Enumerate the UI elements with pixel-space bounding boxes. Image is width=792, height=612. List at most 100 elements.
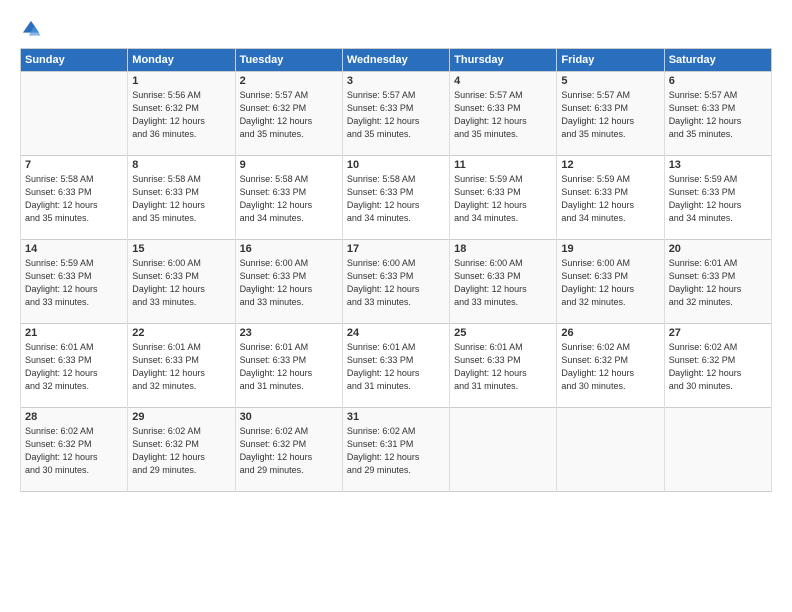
header — [20, 18, 772, 40]
day-number: 24 — [347, 327, 445, 339]
day-info: Sunrise: 6:01 AM Sunset: 6:33 PM Dayligh… — [240, 341, 338, 393]
week-row: 28 Sunrise: 6:02 AM Sunset: 6:32 PM Dayli… — [21, 408, 772, 492]
day-cell: 23 Sunrise: 6:01 AM Sunset: 6:33 PM Dayli… — [235, 324, 342, 408]
day-number: 22 — [132, 327, 230, 339]
day-info: Sunrise: 6:01 AM Sunset: 6:33 PM Dayligh… — [669, 257, 767, 309]
day-cell: 12Sunrise: 5:59 AM Sunset: 6:33 PM Dayli… — [557, 156, 664, 240]
day-cell: 24 Sunrise: 6:01 AM Sunset: 6:33 PM Dayli… — [342, 324, 449, 408]
day-info: Sunrise: 5:59 AM Sunset: 6:33 PM Dayligh… — [25, 257, 123, 309]
day-cell: 17 Sunrise: 6:00 AM Sunset: 6:33 PM Dayli… — [342, 240, 449, 324]
day-info: Sunrise: 6:00 AM Sunset: 6:33 PM Dayligh… — [132, 257, 230, 309]
day-cell: 3 Sunrise: 5:57 AM Sunset: 6:33 PM Daylig… — [342, 72, 449, 156]
day-info: Sunrise: 5:57 AM Sunset: 6:33 PM Dayligh… — [454, 89, 552, 141]
day-cell: 10 Sunrise: 5:58 AM Sunset: 6:33 PM Dayli… — [342, 156, 449, 240]
day-info: Sunrise: 5:58 AM Sunset: 6:33 PM Dayligh… — [347, 173, 445, 225]
day-cell: 28Sunrise: 6:02 AM Sunset: 6:32 PM Dayli… — [21, 408, 128, 492]
day-number: 27 — [669, 327, 767, 339]
day-info: Sunrise: 6:01 AM Sunset: 6:33 PM Dayligh… — [347, 341, 445, 393]
day-number: 19 — [561, 243, 659, 255]
day-cell — [21, 72, 128, 156]
header-cell: Sunday — [21, 49, 128, 72]
day-info: Sunrise: 5:57 AM Sunset: 6:33 PM Dayligh… — [669, 89, 767, 141]
day-info: Sunrise: 5:56 AM Sunset: 6:32 PM Dayligh… — [132, 89, 230, 141]
day-cell: 20Sunrise: 6:01 AM Sunset: 6:33 PM Dayli… — [664, 240, 771, 324]
week-row: 21 Sunrise: 6:01 AM Sunset: 6:33 PM Dayli… — [21, 324, 772, 408]
day-number: 21 — [25, 327, 123, 339]
day-number: 8 — [132, 159, 230, 171]
day-cell: 9 Sunrise: 5:58 AM Sunset: 6:33 PM Daylig… — [235, 156, 342, 240]
day-cell: 14 Sunrise: 5:59 AM Sunset: 6:33 PM Dayli… — [21, 240, 128, 324]
header-row: SundayMondayTuesdayWednesdayThursdayFrid… — [21, 49, 772, 72]
day-number: 11 — [454, 159, 552, 171]
logo-icon — [20, 18, 42, 40]
day-cell: 21 Sunrise: 6:01 AM Sunset: 6:33 PM Dayli… — [21, 324, 128, 408]
day-info: Sunrise: 6:01 AM Sunset: 6:33 PM Dayligh… — [25, 341, 123, 393]
page: SundayMondayTuesdayWednesdayThursdayFrid… — [0, 0, 792, 612]
day-info: Sunrise: 5:59 AM Sunset: 6:33 PM Dayligh… — [669, 173, 767, 225]
day-number: 12 — [561, 159, 659, 171]
day-info: Sunrise: 6:00 AM Sunset: 6:33 PM Dayligh… — [240, 257, 338, 309]
day-number: 23 — [240, 327, 338, 339]
day-cell: 25 Sunrise: 6:01 AM Sunset: 6:33 PM Dayli… — [450, 324, 557, 408]
day-info: Sunrise: 6:01 AM Sunset: 6:33 PM Dayligh… — [454, 341, 552, 393]
day-number: 25 — [454, 327, 552, 339]
day-info: Sunrise: 5:57 AM Sunset: 6:32 PM Dayligh… — [240, 89, 338, 141]
day-number: 17 — [347, 243, 445, 255]
day-info: Sunrise: 6:02 AM Sunset: 6:32 PM Dayligh… — [561, 341, 659, 393]
day-number: 9 — [240, 159, 338, 171]
day-number: 16 — [240, 243, 338, 255]
day-cell: 11 Sunrise: 5:59 AM Sunset: 6:33 PM Dayli… — [450, 156, 557, 240]
day-cell: 7 Sunrise: 5:58 AM Sunset: 6:33 PM Daylig… — [21, 156, 128, 240]
day-info: Sunrise: 5:58 AM Sunset: 6:33 PM Dayligh… — [25, 173, 123, 225]
day-cell: 26Sunrise: 6:02 AM Sunset: 6:32 PM Dayli… — [557, 324, 664, 408]
header-cell: Saturday — [664, 49, 771, 72]
day-number: 30 — [240, 411, 338, 423]
day-cell — [450, 408, 557, 492]
day-number: 13 — [669, 159, 767, 171]
day-number: 3 — [347, 75, 445, 87]
day-info: Sunrise: 5:58 AM Sunset: 6:33 PM Dayligh… — [132, 173, 230, 225]
day-cell: 5 Sunrise: 5:57 AM Sunset: 6:33 PM Daylig… — [557, 72, 664, 156]
day-info: Sunrise: 5:57 AM Sunset: 6:33 PM Dayligh… — [561, 89, 659, 141]
day-cell: 22 Sunrise: 6:01 AM Sunset: 6:33 PM Dayli… — [128, 324, 235, 408]
day-info: Sunrise: 6:00 AM Sunset: 6:33 PM Dayligh… — [347, 257, 445, 309]
header-cell: Thursday — [450, 49, 557, 72]
day-number: 7 — [25, 159, 123, 171]
week-row: 7 Sunrise: 5:58 AM Sunset: 6:33 PM Daylig… — [21, 156, 772, 240]
day-number: 5 — [561, 75, 659, 87]
day-number: 18 — [454, 243, 552, 255]
day-number: 29 — [132, 411, 230, 423]
day-number: 28 — [25, 411, 123, 423]
day-info: Sunrise: 5:59 AM Sunset: 6:33 PM Dayligh… — [454, 173, 552, 225]
day-number: 2 — [240, 75, 338, 87]
header-cell: Tuesday — [235, 49, 342, 72]
calendar-table: SundayMondayTuesdayWednesdayThursdayFrid… — [20, 48, 772, 492]
day-cell: 27Sunrise: 6:02 AM Sunset: 6:32 PM Dayli… — [664, 324, 771, 408]
day-cell — [664, 408, 771, 492]
day-number: 4 — [454, 75, 552, 87]
day-cell: 18 Sunrise: 6:00 AM Sunset: 6:33 PM Dayli… — [450, 240, 557, 324]
day-info: Sunrise: 6:02 AM Sunset: 6:32 PM Dayligh… — [132, 425, 230, 477]
day-number: 10 — [347, 159, 445, 171]
day-number: 14 — [25, 243, 123, 255]
day-cell: 6 Sunrise: 5:57 AM Sunset: 6:33 PM Daylig… — [664, 72, 771, 156]
day-cell: 8 Sunrise: 5:58 AM Sunset: 6:33 PM Daylig… — [128, 156, 235, 240]
day-number: 31 — [347, 411, 445, 423]
day-cell: 2 Sunrise: 5:57 AM Sunset: 6:32 PM Daylig… — [235, 72, 342, 156]
day-info: Sunrise: 5:58 AM Sunset: 6:33 PM Dayligh… — [240, 173, 338, 225]
day-number: 6 — [669, 75, 767, 87]
day-info: Sunrise: 6:00 AM Sunset: 6:33 PM Dayligh… — [454, 257, 552, 309]
header-cell: Friday — [557, 49, 664, 72]
day-info: Sunrise: 5:57 AM Sunset: 6:33 PM Dayligh… — [347, 89, 445, 141]
day-cell — [557, 408, 664, 492]
day-info: Sunrise: 6:01 AM Sunset: 6:33 PM Dayligh… — [132, 341, 230, 393]
day-cell: 16 Sunrise: 6:00 AM Sunset: 6:33 PM Dayli… — [235, 240, 342, 324]
week-row: 1 Sunrise: 5:56 AM Sunset: 6:32 PM Daylig… — [21, 72, 772, 156]
day-number: 1 — [132, 75, 230, 87]
header-cell: Monday — [128, 49, 235, 72]
day-info: Sunrise: 6:02 AM Sunset: 6:31 PM Dayligh… — [347, 425, 445, 477]
header-cell: Wednesday — [342, 49, 449, 72]
week-row: 14 Sunrise: 5:59 AM Sunset: 6:33 PM Dayli… — [21, 240, 772, 324]
day-number: 15 — [132, 243, 230, 255]
day-cell: 15 Sunrise: 6:00 AM Sunset: 6:33 PM Dayli… — [128, 240, 235, 324]
